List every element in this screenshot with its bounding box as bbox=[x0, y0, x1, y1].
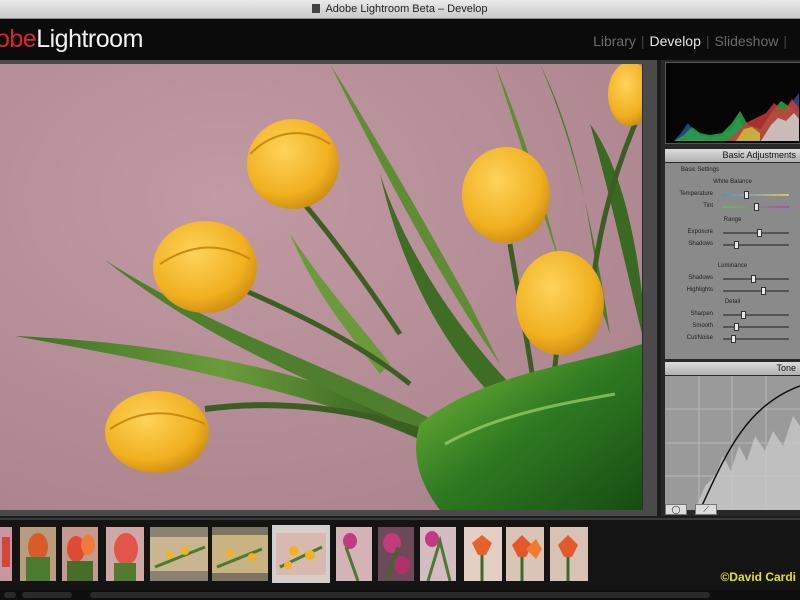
filmstrip-thumbnail[interactable] bbox=[150, 527, 208, 581]
cut-noise-label: Cut/Noise bbox=[686, 335, 713, 341]
filmstrip-thumbnail[interactable] bbox=[0, 527, 12, 581]
filmstrip-thumbnail[interactable] bbox=[464, 527, 502, 581]
cut-noise-slider[interactable] bbox=[723, 335, 789, 343]
luminance-label: Luminance bbox=[717, 263, 748, 269]
filmstrip-thumbnail[interactable] bbox=[550, 527, 588, 581]
slider-knob[interactable] bbox=[757, 229, 763, 237]
filmstrip: ©David Cardi bbox=[0, 518, 800, 592]
temperature-label: Temperature bbox=[679, 191, 713, 197]
logo-lightroom-text: Lightroom bbox=[36, 25, 143, 53]
module-separator: | bbox=[783, 33, 787, 49]
sharpen-slider[interactable] bbox=[723, 311, 789, 319]
filmstrip-thumbnail[interactable] bbox=[336, 527, 372, 581]
copyright-watermark: ©David Cardi bbox=[720, 570, 796, 584]
right-panel: Basic Adjustments Basic Settings White B… bbox=[661, 60, 800, 516]
filmstrip-thumbnail[interactable] bbox=[378, 527, 414, 581]
status-control[interactable] bbox=[4, 592, 16, 598]
temperature-slider[interactable] bbox=[723, 191, 789, 199]
slider-knob[interactable] bbox=[760, 287, 766, 295]
app-logo: obeLightroom bbox=[0, 25, 143, 54]
slider-knob[interactable] bbox=[734, 323, 740, 331]
tint-slider[interactable] bbox=[723, 203, 789, 211]
filmstrip-scrollbar[interactable] bbox=[90, 592, 710, 598]
module-develop[interactable]: Develop bbox=[650, 33, 701, 49]
basic-settings-label[interactable]: Basic Settings bbox=[681, 167, 719, 173]
module-library[interactable]: Library bbox=[593, 33, 636, 49]
slider-knob[interactable] bbox=[744, 191, 750, 199]
status-bar bbox=[0, 590, 800, 600]
photo-tulips[interactable] bbox=[0, 64, 643, 510]
histogram bbox=[665, 62, 800, 144]
module-picker: Library | Develop | Slideshow | bbox=[593, 33, 792, 49]
slider-knob[interactable] bbox=[754, 203, 759, 211]
shadows-slider[interactable] bbox=[723, 241, 789, 249]
logo-adobe-text: obe bbox=[0, 25, 37, 53]
detail-label: Detail bbox=[724, 299, 741, 305]
module-bar: obeLightroom Library | Develop | Slideshow | bbox=[0, 19, 800, 60]
highlights-slider[interactable] bbox=[723, 287, 789, 295]
filmstrip-thumbnail[interactable] bbox=[106, 527, 144, 581]
reset-button[interactable]: ◯ bbox=[665, 504, 687, 515]
shadows-label: Shadows bbox=[688, 241, 713, 247]
filmstrip-thumbnail[interactable] bbox=[20, 527, 56, 581]
tulips-image bbox=[0, 64, 642, 510]
module-separator: | bbox=[640, 33, 645, 49]
sharpen-label: Sharpen bbox=[690, 311, 713, 317]
highlights-label: Highlights bbox=[686, 287, 713, 293]
brightness-slider[interactable] bbox=[723, 275, 789, 283]
slider-knob[interactable] bbox=[734, 241, 740, 249]
exposure-label: Exposure bbox=[687, 229, 713, 235]
eyedropper-icon[interactable]: ⟋ bbox=[695, 504, 717, 515]
slider-knob[interactable] bbox=[730, 335, 736, 343]
tint-label: Tint bbox=[703, 203, 713, 209]
tone-curve-header[interactable]: Tone bbox=[665, 362, 800, 375]
status-control[interactable] bbox=[22, 592, 72, 598]
slider-knob[interactable] bbox=[740, 311, 746, 319]
tone-curve-graph[interactable] bbox=[665, 376, 800, 510]
module-separator: | bbox=[705, 33, 710, 49]
histogram-graph bbox=[666, 63, 800, 143]
image-canvas[interactable] bbox=[0, 60, 657, 516]
tone-curve-panel[interactable] bbox=[665, 376, 800, 510]
basic-adjustments-header[interactable]: Basic Adjustments bbox=[665, 149, 800, 162]
filmstrip-thumbnail[interactable] bbox=[212, 527, 268, 581]
window-title-bar: Adobe Lightroom Beta – Develop bbox=[0, 0, 800, 19]
document-icon bbox=[312, 4, 321, 13]
basic-adjustments-panel: Basic Settings White Balance Temperature… bbox=[665, 163, 800, 359]
filmstrip-thumbnail[interactable] bbox=[420, 527, 456, 581]
filmstrip-thumbnail[interactable] bbox=[62, 527, 98, 581]
smooth-slider[interactable] bbox=[723, 323, 789, 331]
module-slideshow[interactable]: Slideshow bbox=[715, 33, 779, 49]
range-label: Range bbox=[723, 217, 742, 223]
smooth-label: Smooth bbox=[692, 323, 713, 329]
slider-knob[interactable] bbox=[750, 275, 756, 283]
white-balance-label: White Balance bbox=[713, 179, 752, 185]
exposure-slider[interactable] bbox=[723, 229, 789, 237]
window-title: Adobe Lightroom Beta – Develop bbox=[325, 3, 488, 15]
filmstrip-thumbnail-selected[interactable] bbox=[272, 525, 330, 583]
filmstrip-thumbnail[interactable] bbox=[506, 527, 544, 581]
brightness-label: Shadows bbox=[688, 275, 713, 281]
